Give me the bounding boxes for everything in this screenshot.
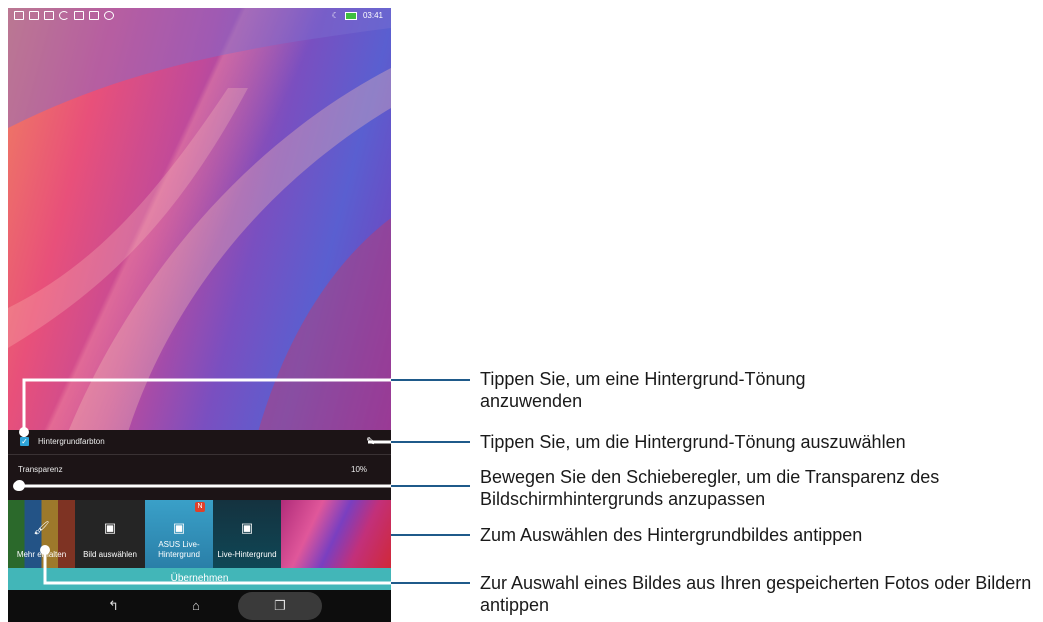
callout-choose-tint: Tippen Sie, um die Hintergrund-Tönung au…	[480, 432, 906, 452]
notification-icon	[74, 11, 84, 20]
brush-icon: 🖌	[33, 520, 50, 535]
transparency-slider-track[interactable]	[20, 485, 373, 487]
tile-label: Bild auswählen	[83, 550, 137, 559]
choose-image-tile[interactable]: ▣ Bild auswählen	[75, 500, 145, 568]
recent-apps-icon[interactable]: ❐	[238, 592, 322, 620]
sd-card-icon	[89, 11, 99, 20]
tile-label: Live-Hintergrund	[217, 550, 277, 559]
clock: 03:41	[362, 11, 383, 20]
callout-transparency: Bewegen Sie den Schieberegler, um die Tr…	[480, 467, 940, 509]
tile-label: ASUS Live-Hintergrund	[158, 540, 200, 559]
new-badge: N	[195, 502, 205, 512]
home-icon[interactable]: ⌂	[192, 598, 200, 613]
navigation-bar: ↰ ⌂ ❐	[8, 590, 391, 622]
back-icon[interactable]: ↰	[108, 598, 119, 614]
moon-icon: ☾	[331, 11, 339, 20]
tint-row: ✓ Hintergrundfarbton ✎	[8, 430, 391, 455]
moon-icon	[59, 11, 69, 20]
callout-apply-tint: Tippen Sie, um eine Hintergrund-Tönung a…	[480, 369, 806, 411]
live-wallpaper-icon: ▣	[172, 520, 186, 535]
apply-button[interactable]: Übernehmen	[8, 568, 391, 590]
tint-panel: ✓ Hintergrundfarbton ✎ Transparenz 10%	[8, 430, 391, 500]
tablet-screen: ☾ 03:41 ✓ Hintergrundfarbton ✎ Transpare…	[8, 8, 391, 622]
callout-select-wallpaper: Zum Auswählen des Hintergrundbildes anti…	[480, 525, 863, 545]
asus-live-wallpaper-tile[interactable]: N ▣ ASUS Live-Hintergrund	[145, 500, 213, 568]
status-bar: ☾ 03:41	[8, 8, 391, 26]
transparency-value: 10%	[351, 465, 368, 474]
transparency-label: Transparenz	[18, 465, 63, 474]
tint-label: Hintergrundfarbton	[38, 437, 105, 446]
callout-select-photo: Zur Auswahl eines Bildes aus Ihren gespe…	[480, 573, 1032, 615]
battery-icon	[344, 11, 357, 20]
wallpaper-options: 🖌 Mehr erhalten ▣ Bild auswählen N ▣ ASU…	[8, 500, 391, 568]
live-wallpaper-tile[interactable]: ▣ Live-Hintergrund	[213, 500, 281, 568]
notification-icon	[44, 11, 54, 20]
wallpaper-thumbnail[interactable]	[281, 500, 391, 568]
notification-icon	[104, 11, 114, 20]
notification-icon	[29, 11, 39, 20]
gallery-icon: ▣	[103, 520, 117, 535]
notification-icon	[14, 11, 24, 20]
more-wallpapers-tile[interactable]: 🖌 Mehr erhalten	[8, 500, 75, 568]
transparency-slider-thumb[interactable]	[14, 480, 25, 491]
tile-label: Mehr erhalten	[16, 550, 67, 559]
pencil-icon[interactable]: ✎	[366, 435, 375, 448]
wallpaper-preview: ☾ 03:41	[8, 8, 391, 432]
live-wallpaper-icon: ▣	[240, 520, 254, 535]
tint-checkbox[interactable]: ✓	[20, 437, 29, 446]
